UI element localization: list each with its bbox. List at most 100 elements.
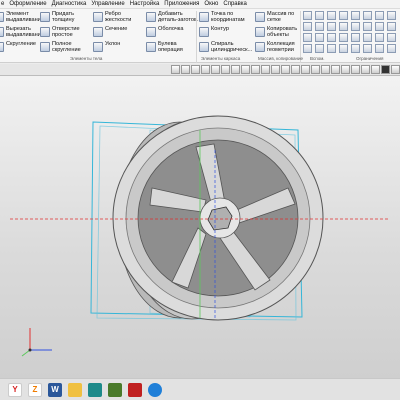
tool-icon[interactable] <box>339 11 348 20</box>
contour-button[interactable]: Контур <box>199 26 255 40</box>
layers-icon[interactable] <box>291 65 300 74</box>
menu-format[interactable]: Оформление <box>9 1 46 7</box>
add-part-button[interactable]: Добавить деталь-заготов... <box>146 11 202 25</box>
tool-icon[interactable] <box>327 22 336 31</box>
geometry-collection-button[interactable]: Коллекция геометрии <box>255 41 305 55</box>
tool-icon[interactable] <box>315 22 324 31</box>
section-button[interactable]: Сечение <box>93 26 143 40</box>
tool-icon[interactable] <box>387 44 396 53</box>
tool-icon[interactable] <box>351 11 360 20</box>
tool-icon[interactable] <box>339 44 348 53</box>
grid-array-button[interactable]: Массив по сетке <box>255 11 305 25</box>
fillet-button[interactable]: Скругление <box>0 41 44 55</box>
model-viewport[interactable] <box>0 76 400 378</box>
copy-objects-button[interactable]: Копировать объекты <box>255 26 305 40</box>
draft-button[interactable]: Уклон <box>93 41 143 55</box>
tool-icon[interactable] <box>339 22 348 31</box>
menu-manage[interactable]: Управление <box>91 1 124 7</box>
helix-button[interactable]: Спираль цилиндрическ... <box>199 41 255 55</box>
tool-icon[interactable] <box>375 11 384 20</box>
tool-icon[interactable] <box>351 22 360 31</box>
menu-settings[interactable]: Настройка <box>130 1 160 7</box>
rotate-icon[interactable] <box>201 65 210 74</box>
tool-icon[interactable] <box>363 11 372 20</box>
filter-icon[interactable] <box>321 65 330 74</box>
display-mode-icon[interactable] <box>221 65 230 74</box>
filter-dark-icon[interactable] <box>381 65 390 74</box>
tool-icon[interactable] <box>387 22 396 31</box>
tool-icon[interactable] <box>315 33 324 42</box>
tool-icon[interactable] <box>315 11 324 20</box>
thicken-icon <box>40 12 50 22</box>
zoom-icon[interactable] <box>181 65 190 74</box>
grid-icon[interactable] <box>261 65 270 74</box>
measure-icon[interactable] <box>301 65 310 74</box>
group-label-arrays: Массив, копирование <box>258 56 304 61</box>
tool-icon[interactable] <box>327 11 336 20</box>
tool-icon[interactable] <box>363 33 372 42</box>
cut-extrude-icon <box>0 27 4 37</box>
point-coords-button[interactable]: Точка по координатам <box>199 11 255 25</box>
y-icon[interactable]: Y <box>8 382 22 397</box>
shading-icon[interactable] <box>251 65 260 74</box>
word-icon[interactable]: W <box>48 382 62 397</box>
wheel-model <box>10 115 390 357</box>
tool-icon[interactable] <box>375 33 384 42</box>
tool-icon[interactable] <box>303 11 312 20</box>
tool-icon[interactable] <box>363 44 372 53</box>
menu-diagnostics[interactable]: Диагностика <box>52 1 87 7</box>
rib-icon <box>93 12 103 22</box>
tool-icon[interactable] <box>351 33 360 42</box>
tool-icon[interactable] <box>303 33 312 42</box>
menu-applications[interactable]: Приложения <box>164 1 199 7</box>
tool-icon[interactable] <box>303 44 312 53</box>
options-icon[interactable] <box>351 65 360 74</box>
tool-icon[interactable] <box>361 65 370 74</box>
properties-icon[interactable] <box>331 65 340 74</box>
thicken-button[interactable]: Придать толщину <box>40 11 90 25</box>
tool-icon[interactable] <box>303 22 312 31</box>
store-icon[interactable] <box>88 382 102 397</box>
edge-icon[interactable] <box>148 382 162 397</box>
game-icon[interactable] <box>108 382 122 397</box>
grid-array-icon <box>255 12 265 22</box>
hole-icon <box>40 27 50 37</box>
tool-icon[interactable] <box>327 44 336 53</box>
kompas-icon[interactable] <box>128 382 142 397</box>
menu-file[interactable]: е <box>1 1 4 7</box>
tool-icon[interactable] <box>363 22 372 31</box>
tool-icon[interactable] <box>327 33 336 42</box>
tool-icon[interactable] <box>375 44 384 53</box>
full-fillet-button[interactable]: Полное скругление <box>40 41 90 55</box>
ribbon: Элемент выдавливания Вырезать выдавливан… <box>0 9 400 63</box>
dropdown-icon[interactable] <box>391 65 400 74</box>
hole-button[interactable]: Отверстие простое <box>40 26 90 40</box>
snap-icon[interactable] <box>311 65 320 74</box>
fillet-icon <box>0 42 4 52</box>
tool-icon[interactable] <box>387 11 396 20</box>
section-view-icon[interactable] <box>241 65 250 74</box>
tool-icon[interactable] <box>371 65 380 74</box>
tree-icon[interactable] <box>341 65 350 74</box>
tool-icon[interactable] <box>387 33 396 42</box>
shell-button[interactable]: Оболочка <box>146 26 202 40</box>
show-icon[interactable] <box>271 65 280 74</box>
extrude-button[interactable]: Элемент выдавливания <box>0 11 44 25</box>
add-part-icon <box>146 12 156 22</box>
menu-help[interactable]: Справка <box>223 1 247 7</box>
select-icon[interactable] <box>171 65 180 74</box>
menu-window[interactable]: Окно <box>204 1 218 7</box>
perspective-icon[interactable] <box>231 65 240 74</box>
tool-icon[interactable] <box>351 44 360 53</box>
tool-icon[interactable] <box>339 33 348 42</box>
tool-icon[interactable] <box>315 44 324 53</box>
view-orient-icon[interactable] <box>211 65 220 74</box>
tool-icon[interactable] <box>375 22 384 31</box>
hide-icon[interactable] <box>281 65 290 74</box>
z-icon[interactable]: Z <box>28 382 42 397</box>
pan-icon[interactable] <box>191 65 200 74</box>
boolean-button[interactable]: Булева операция <box>146 41 202 55</box>
rib-button[interactable]: Ребро жесткости <box>93 11 143 25</box>
folder-icon[interactable] <box>68 382 82 397</box>
cut-extrude-button[interactable]: Вырезать выдавливанием <box>0 26 48 40</box>
